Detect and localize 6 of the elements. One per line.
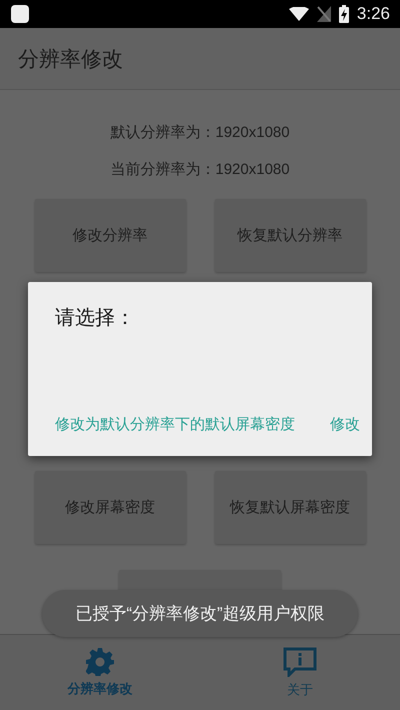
resolution-info: 默认分辨率为：1920x1080 bbox=[110, 123, 290, 143]
dialog-title: 请选择： bbox=[55, 306, 136, 331]
resolution-info: 当前分辨率为：1920x1080 bbox=[110, 160, 290, 180]
permission-toast: 已授予“分辨率修改”超级用户权限 bbox=[42, 590, 358, 637]
clock-time: 3:26 bbox=[356, 4, 390, 24]
app-title: 分辨率修改 bbox=[18, 46, 123, 72]
